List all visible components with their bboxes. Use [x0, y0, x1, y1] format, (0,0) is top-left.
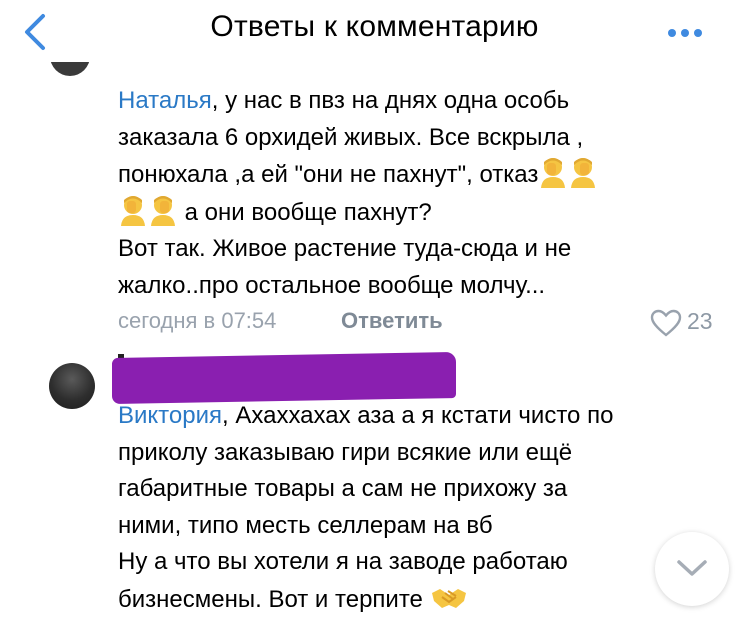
comment-body: Наталья, у нас в пвз на днях одна особь … — [118, 83, 698, 304]
more-button[interactable] — [668, 24, 710, 38]
comment-body: Виктория, Ахаххахах аза а я кстати чисто… — [118, 402, 614, 613]
redaction-mark — [112, 351, 456, 405]
comment-time: сегодня в 07:54 — [118, 308, 277, 333]
facepalm-emoji-icon — [541, 158, 566, 188]
avatar[interactable] — [49, 363, 95, 409]
comment-meta: сегодня в 07:54 Ответить 23 — [118, 306, 728, 338]
scroll-down-button[interactable] — [655, 532, 729, 606]
like-count: 23 — [687, 308, 713, 334]
mention-link[interactable]: Виктория — [118, 402, 222, 429]
facepalm-emoji-icon — [571, 158, 596, 188]
facepalm-emoji-icon — [121, 195, 145, 226]
facepalm-emoji-icon — [151, 195, 175, 226]
handshake-emoji-icon — [431, 588, 466, 608]
heart-outline-icon — [650, 309, 682, 337]
reply-button[interactable]: Ответить — [341, 308, 443, 334]
more-dots-icon — [668, 29, 676, 37]
avatar[interactable] — [50, 62, 90, 82]
mention-link[interactable]: Наталья — [118, 87, 212, 114]
page-title: Ответы к комментарию — [210, 10, 539, 43]
nav-header: Ответы к комментарию — [0, 0, 749, 62]
chevron-down-icon — [677, 560, 707, 576]
